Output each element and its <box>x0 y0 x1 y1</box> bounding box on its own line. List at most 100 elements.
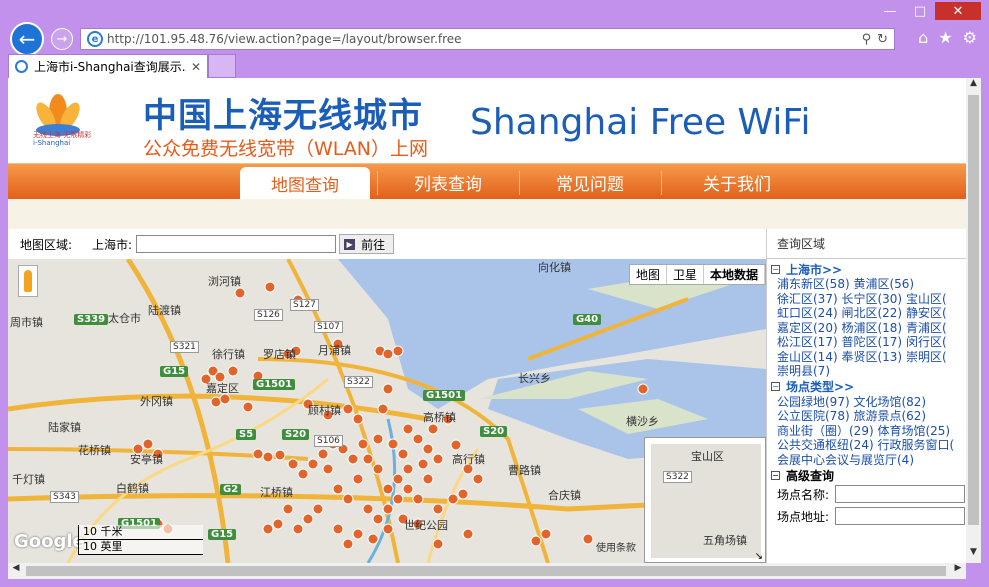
type-link[interactable]: 公园绿地(97) <box>777 395 850 409</box>
map-label: 江桥镇 <box>260 486 293 499</box>
address-bar[interactable]: e http://101.95.48.76/view.action?page=/… <box>80 28 895 50</box>
site-subtitle: 公众免费无线宽带（WLAN）上网 <box>143 138 429 160</box>
district-link[interactable]: 奉贤区(13) <box>841 350 902 364</box>
vertical-scrollbar[interactable]: ▲ ▼ <box>966 78 981 563</box>
browser-tab[interactable]: 上海市i-Shanghai查询展示... ✕ <box>8 54 208 78</box>
tab-map-query[interactable]: 地图查询 <box>240 167 370 200</box>
highway-shield: S20 <box>282 429 310 440</box>
tab-about-us[interactable]: 关于我们 <box>662 164 812 200</box>
collapse-icon[interactable]: − <box>771 264 780 274</box>
page-viewport: 无线上海 无限精彩 i-Shanghai 中国上海无线城市 公众免费无线宽带（W… <box>8 78 966 563</box>
gear-icon[interactable]: ⚙ <box>963 28 977 47</box>
district-link[interactable]: 普陀区(17) <box>841 335 902 349</box>
district-link[interactable]: 崇明区( <box>906 350 947 364</box>
scroll-thumb[interactable] <box>26 566 946 576</box>
close-icon[interactable]: ✕ <box>935 2 981 20</box>
map-label: 太仓市 <box>108 312 141 325</box>
district-link[interactable]: 青浦区( <box>906 321 947 335</box>
refresh-icon[interactable]: ↻ <box>877 32 888 47</box>
map-label: 周市镇 <box>10 316 43 329</box>
district-link[interactable]: 静安区( <box>906 306 947 320</box>
district-link[interactable]: 宝山区( <box>906 292 947 306</box>
map-label: 曹路镇 <box>508 464 541 477</box>
scroll-right-icon[interactable]: ▶ <box>950 563 966 579</box>
scale-km: 10 千米 <box>78 525 203 540</box>
district-link[interactable]: 崇明县(7) <box>777 364 830 378</box>
district-link[interactable]: 长宁区(30) <box>841 292 902 306</box>
maximize-icon[interactable]: □ <box>905 2 935 20</box>
minimize-icon[interactable]: — <box>875 2 905 20</box>
field-addr-label: 场点地址: <box>777 509 830 524</box>
map-label: 月浦镇 <box>318 344 351 357</box>
map-label: 浏河镇 <box>208 275 241 288</box>
browser-tools: ⌂ ★ ⚙ <box>918 28 977 47</box>
map-label: 合庆镇 <box>548 489 581 502</box>
site-title-cn: 中国上海无线城市 <box>143 96 423 136</box>
type-link[interactable]: 公立医院(78) <box>777 409 850 423</box>
district-link[interactable]: 闵行区( <box>906 335 947 349</box>
section-city-label: 上海市>> <box>786 262 843 277</box>
map-canvas[interactable]: 地图 卫星 本地数据 浏河镇 向化镇 陆渡镇 周市镇 太仓市 徐行镇 罗店镇 月… <box>8 259 766 563</box>
window-controls: — □ ✕ <box>875 2 981 20</box>
resize-corner-icon[interactable]: ↘ <box>755 551 763 562</box>
back-arrow-icon[interactable]: ← <box>10 22 44 56</box>
query-sidebar: 查询区域 − 上海市>> 浦东新区(58) 黄浦区(56) 徐汇区(37) 长宁区… <box>766 229 966 563</box>
district-link[interactable]: 闸北区(22) <box>841 306 902 320</box>
district-link[interactable]: 徐汇区(37) <box>777 292 838 306</box>
map-label: 横沙乡 <box>626 415 659 428</box>
tab-list-query[interactable]: 列表查询 <box>378 164 518 200</box>
url-text[interactable]: http://101.95.48.76/view.action?page=/la… <box>107 32 862 46</box>
terms-link[interactable]: 使用条款 <box>596 539 636 554</box>
map-type-satellite[interactable]: 卫星 <box>667 265 704 284</box>
type-link[interactable]: 公共交通枢纽(24) <box>777 438 874 452</box>
star-icon[interactable]: ★ <box>938 28 952 47</box>
section-type-label: 场点类型>> <box>786 380 855 394</box>
scroll-down-icon[interactable]: ▼ <box>966 547 981 563</box>
overview-map[interactable]: 宝山区 S322 五角场镇 ↘ <box>644 437 766 563</box>
district-link[interactable]: 虹口区(24) <box>777 306 838 320</box>
collapse-icon[interactable]: − <box>771 470 780 480</box>
scroll-left-icon[interactable]: ◀ <box>8 563 24 579</box>
go-button[interactable]: ▶ 前往 <box>339 234 395 254</box>
highway-shield: S106 <box>314 435 343 447</box>
street-view-pegman[interactable] <box>18 265 38 297</box>
district-link[interactable]: 松江区(17) <box>777 335 838 349</box>
district-link[interactable]: 嘉定区(20) <box>777 321 838 335</box>
district-link[interactable]: 黄浦区(56) <box>853 277 914 291</box>
scroll-thumb[interactable] <box>968 95 979 525</box>
tab-close-icon[interactable]: ✕ <box>191 60 201 74</box>
horizontal-scrollbar[interactable]: ◀ ▶ <box>8 563 966 579</box>
info-strip <box>8 199 966 229</box>
district-link[interactable]: 金山区(14) <box>777 350 838 364</box>
map-type-map[interactable]: 地图 <box>630 265 667 284</box>
scale-bar: 10 千米 10 英里 <box>78 525 203 555</box>
home-icon[interactable]: ⌂ <box>918 28 928 47</box>
map-label: 陆家镇 <box>48 421 81 434</box>
type-link[interactable]: 会展中心会议与展览厅(4) <box>777 453 914 467</box>
scroll-up-icon[interactable]: ▲ <box>966 78 981 94</box>
forward-arrow-icon[interactable]: → <box>51 28 73 50</box>
highway-shield: G2 <box>220 484 242 495</box>
type-link[interactable]: 商业街（圈）(29) <box>777 424 874 438</box>
type-link[interactable]: 行政服务窗口( <box>877 438 954 452</box>
site-name-input[interactable] <box>835 485 966 503</box>
tab-faq[interactable]: 常见问题 <box>520 164 660 200</box>
location-input[interactable] <box>136 235 337 253</box>
ie-tab-icon <box>15 60 28 73</box>
map-label: 顾村镇 <box>308 404 341 417</box>
collapse-icon[interactable]: − <box>771 382 780 391</box>
type-link[interactable]: 文化场馆(82) <box>853 395 926 409</box>
type-link[interactable]: 体育场馆(25) <box>877 424 950 438</box>
map-type-local-data[interactable]: 本地数据 <box>704 265 765 284</box>
section-advanced[interactable]: − 高级查询 <box>767 467 966 483</box>
section-city[interactable]: − 上海市>> <box>767 261 966 277</box>
type-link[interactable]: 旅游景点(62) <box>853 409 926 423</box>
district-link[interactable]: 杨浦区(18) <box>841 321 902 335</box>
site-address-input[interactable] <box>835 507 966 525</box>
overview-label: S322 <box>663 471 692 483</box>
search-icon[interactable]: ⚲ <box>862 32 872 47</box>
new-tab-button[interactable] <box>208 54 236 78</box>
section-type[interactable]: − 场点类型>> <box>767 379 966 395</box>
highway-shield: G15 <box>208 529 237 540</box>
district-link[interactable]: 浦东新区(58) <box>777 277 850 291</box>
